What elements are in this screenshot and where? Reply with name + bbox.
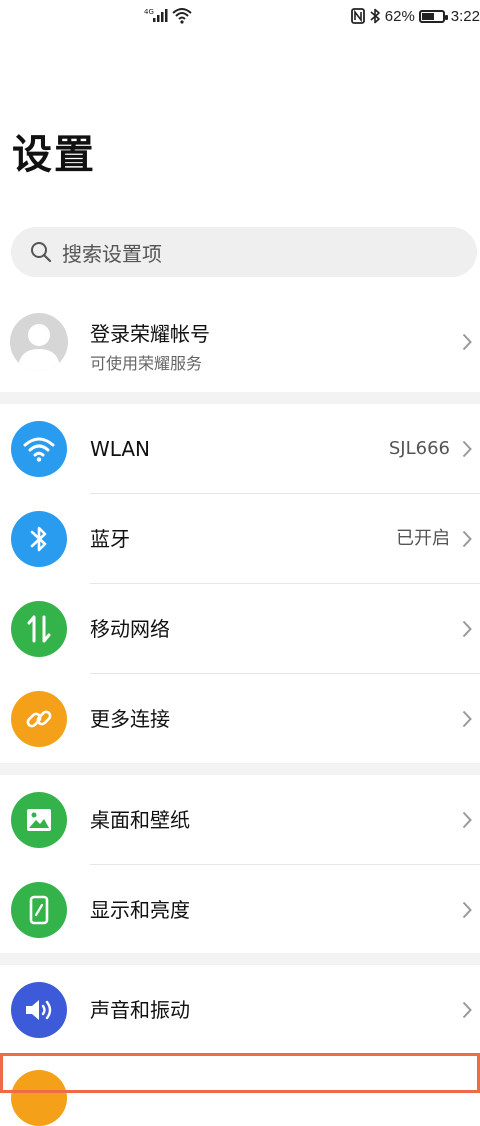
- chevron-right-icon: [462, 530, 472, 548]
- account-title: 登录荣耀帐号: [90, 322, 210, 346]
- link-icon: [11, 691, 67, 747]
- settings-item-more-connections[interactable]: 更多连接: [0, 674, 480, 764]
- chevron-right-icon: [462, 901, 472, 919]
- nfc-icon: [350, 8, 365, 24]
- highlight-box: [0, 1053, 480, 1093]
- item-label: WLAN: [90, 437, 151, 461]
- settings-item-wlan[interactable]: WLAN SJL666: [0, 404, 480, 494]
- item-label: 移动网络: [90, 617, 170, 641]
- user-icon: [18, 324, 60, 371]
- item-label: 声音和振动: [90, 998, 190, 1022]
- bluetooth-status-icon: [370, 8, 380, 24]
- search-placeholder: 搜索设置项: [62, 241, 162, 266]
- chevron-right-icon: [462, 811, 472, 829]
- signal-wifi-icon: 4G: [144, 8, 192, 24]
- bluetooth-icon: [11, 511, 67, 567]
- settings-item-bluetooth[interactable]: 蓝牙 已开启: [0, 494, 480, 584]
- item-value: SJL666: [388, 438, 450, 459]
- status-bar: 4G 62% 3:22: [0, 0, 480, 32]
- chevron-right-icon: [462, 620, 472, 638]
- battery-percent: 62%: [384, 7, 415, 25]
- item-label: 显示和亮度: [90, 898, 190, 922]
- settings-item-mobile-network[interactable]: 移动网络: [0, 584, 480, 674]
- avatar: [10, 313, 68, 371]
- chevron-right-icon: [462, 440, 472, 458]
- search-input[interactable]: 搜索设置项: [11, 227, 477, 277]
- item-label: 桌面和壁纸: [90, 808, 190, 832]
- settings-item-wallpaper[interactable]: 桌面和壁纸: [0, 775, 480, 865]
- item-label: 更多连接: [90, 707, 170, 731]
- network-type: 4G: [144, 8, 154, 16]
- mobile-data-icon: [11, 601, 67, 657]
- page-title: 设置: [12, 132, 96, 178]
- battery-icon: [418, 9, 448, 23]
- section-gap: [0, 763, 480, 775]
- wallpaper-icon: [11, 792, 67, 848]
- item-value: 已开启: [396, 528, 450, 549]
- wifi-icon: [11, 421, 67, 477]
- clock: 3:22: [450, 7, 480, 25]
- section-gap: [0, 392, 480, 404]
- sound-icon: [11, 982, 67, 1038]
- search-icon: [31, 242, 52, 263]
- chevron-right-icon: [462, 333, 472, 351]
- chevron-right-icon: [462, 1001, 472, 1019]
- display-icon: [11, 882, 67, 938]
- account-subtitle: 可使用荣耀服务: [90, 354, 203, 373]
- settings-item-display[interactable]: 显示和亮度: [0, 865, 480, 955]
- settings-item-sound[interactable]: 声音和振动: [0, 965, 480, 1055]
- item-label: 蓝牙: [90, 527, 130, 551]
- chevron-right-icon: [462, 710, 472, 728]
- account-row[interactable]: 登录荣耀帐号 可使用荣耀服务: [0, 292, 480, 392]
